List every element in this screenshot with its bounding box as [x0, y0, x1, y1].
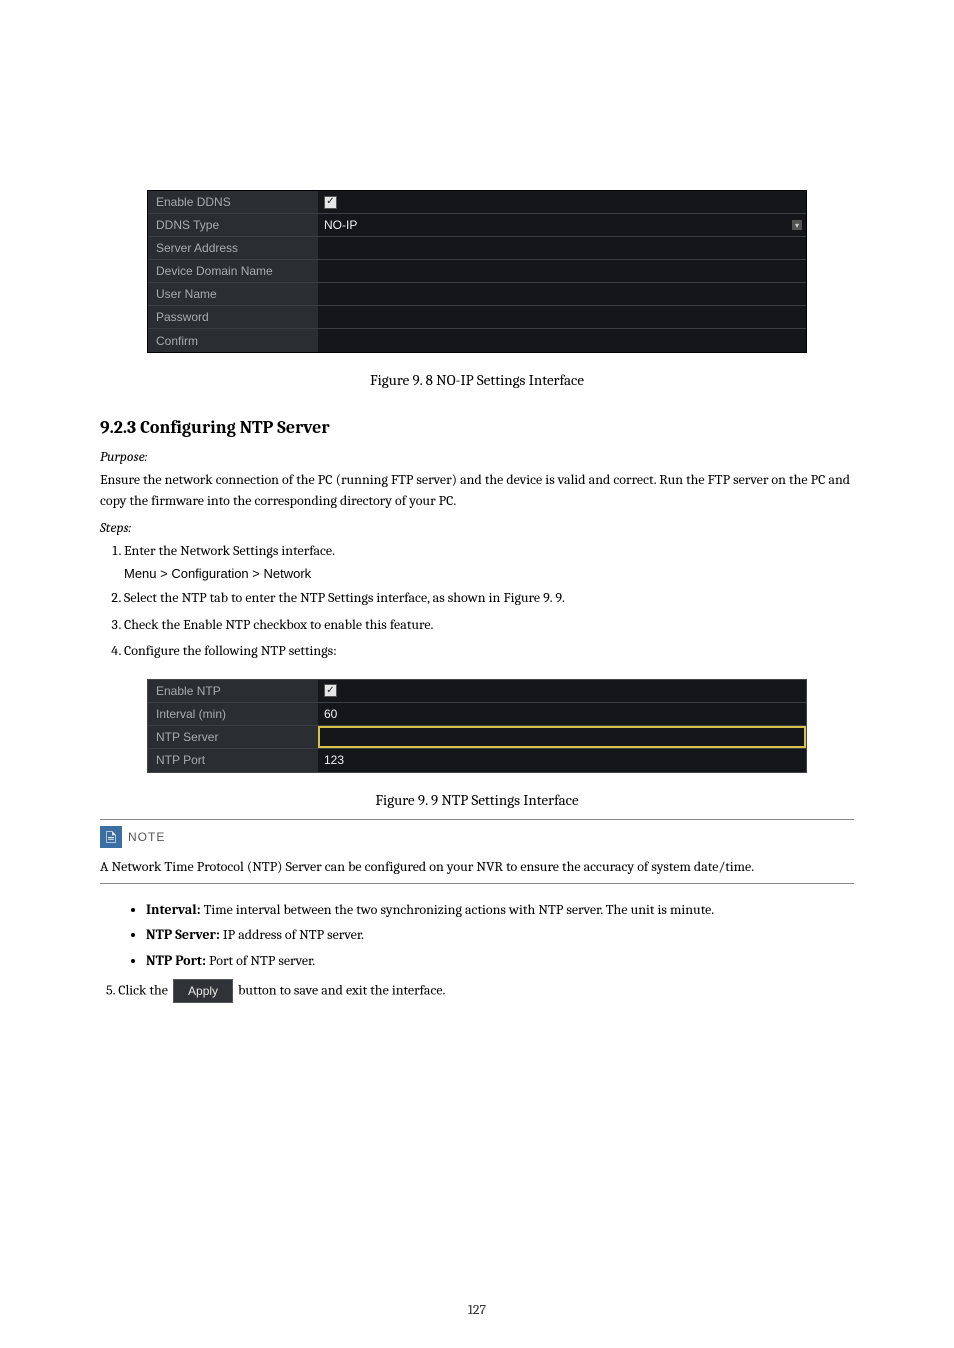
bullet-text: IP address of NTP server. — [220, 926, 364, 943]
label-confirm: Confirm — [148, 329, 318, 352]
value-enable-ntp[interactable]: ✓ — [318, 680, 806, 702]
row-password: Password — [148, 306, 806, 329]
input-server-address[interactable] — [318, 237, 806, 259]
row-ntp-server: NTP Server — [148, 726, 806, 749]
purpose-text: Ensure the network connection of the PC … — [100, 469, 854, 511]
step-4: Configure the following NTP settings: — [124, 640, 854, 662]
figure-caption-2: Figure 9. 9 NTP Settings Interface — [100, 791, 854, 809]
row-confirm: Confirm — [148, 329, 806, 352]
step-2: Select the NTP tab to enter the NTP Sett… — [124, 587, 854, 609]
divider — [100, 883, 854, 884]
label-server-address: Server Address — [148, 237, 318, 259]
row-ddns-type: DDNS Type NO-IP ▾ — [148, 214, 806, 237]
label-interval: Interval (min) — [148, 703, 318, 725]
bullet-ntp-server: NTP Server: IP address of NTP server. — [146, 923, 854, 947]
bullet-ntp-port: NTP Port: Port of NTP server. — [146, 949, 854, 973]
note-label: NOTE — [128, 830, 165, 844]
label-ddns-type: DDNS Type — [148, 214, 318, 236]
divider — [100, 819, 854, 820]
input-confirm[interactable] — [318, 329, 806, 352]
label-ntp-port: NTP Port — [148, 749, 318, 772]
note-text: A Network Time Protocol (NTP) Server can… — [100, 856, 854, 877]
row-interval: Interval (min) 60 — [148, 703, 806, 726]
note-header: NOTE — [100, 826, 854, 848]
purpose-label: Purpose: — [100, 448, 854, 465]
section-heading: 9.2.3 Configuring NTP Server — [100, 417, 854, 438]
label-password: Password — [148, 306, 318, 328]
row-server-address: Server Address — [148, 237, 806, 260]
step5-suffix: button to save and exit the interface. — [238, 981, 445, 998]
input-password[interactable] — [318, 306, 806, 328]
bullet-label: NTP Server: — [146, 926, 220, 943]
value-enable-ddns[interactable]: ✓ — [318, 191, 806, 213]
label-enable-ddns: Enable DDNS — [148, 191, 318, 213]
row-ntp-port: NTP Port 123 — [148, 749, 806, 772]
label-device-domain-name: Device Domain Name — [148, 260, 318, 282]
menu-path: Menu > Configuration > Network — [124, 566, 854, 581]
input-user-name[interactable] — [318, 283, 806, 305]
label-ntp-server: NTP Server — [148, 726, 318, 748]
steps-list-cont: Select the NTP tab to enter the NTP Sett… — [124, 587, 854, 662]
label-user-name: User Name — [148, 283, 318, 305]
label-enable-ntp: Enable NTP — [148, 680, 318, 702]
row-enable-ddns: Enable DDNS ✓ — [148, 191, 806, 214]
step-3: Check the Enable NTP checkbox to enable … — [124, 614, 854, 636]
settings-bullets: Interval: Time interval between the two … — [146, 898, 854, 973]
step5-prefix: 5. Click the — [106, 981, 171, 998]
apply-button[interactable]: Apply — [173, 979, 233, 1003]
step-5: 5. Click the Apply button to save and ex… — [106, 979, 854, 1003]
bullet-label: NTP Port: — [146, 952, 206, 969]
input-interval[interactable]: 60 — [318, 703, 806, 725]
bullet-text: Port of NTP server. — [206, 952, 315, 969]
note-icon — [100, 826, 122, 848]
checkbox-icon[interactable]: ✓ — [324, 684, 337, 697]
ddns-type-value: NO-IP — [324, 218, 357, 232]
bullet-label: Interval: — [146, 901, 201, 918]
page-number: 127 — [0, 1301, 954, 1318]
bullet-text: Time interval between the two synchroniz… — [201, 901, 715, 918]
input-ntp-port[interactable]: 123 — [318, 749, 806, 772]
steps-label: Steps: — [100, 519, 854, 536]
input-ntp-server[interactable] — [318, 726, 806, 748]
ntp-settings-panel: Enable NTP ✓ Interval (min) 60 NTP Serve… — [147, 679, 807, 773]
checkbox-icon[interactable]: ✓ — [324, 196, 337, 209]
row-user-name: User Name — [148, 283, 806, 306]
step-1: Enter the Network Settings interface. — [124, 540, 854, 562]
row-device-domain-name: Device Domain Name — [148, 260, 806, 283]
row-enable-ntp: Enable NTP ✓ — [148, 680, 806, 703]
bullet-interval: Interval: Time interval between the two … — [146, 898, 854, 922]
ddns-settings-panel: Enable DDNS ✓ DDNS Type NO-IP ▾ Server A… — [147, 190, 807, 353]
steps-list: Enter the Network Settings interface. — [124, 540, 854, 562]
select-ddns-type[interactable]: NO-IP ▾ — [318, 214, 806, 236]
chevron-down-icon[interactable]: ▾ — [792, 220, 802, 230]
input-device-domain-name[interactable] — [318, 260, 806, 282]
figure-caption-1: Figure 9. 8 NO-IP Settings Interface — [100, 371, 854, 389]
